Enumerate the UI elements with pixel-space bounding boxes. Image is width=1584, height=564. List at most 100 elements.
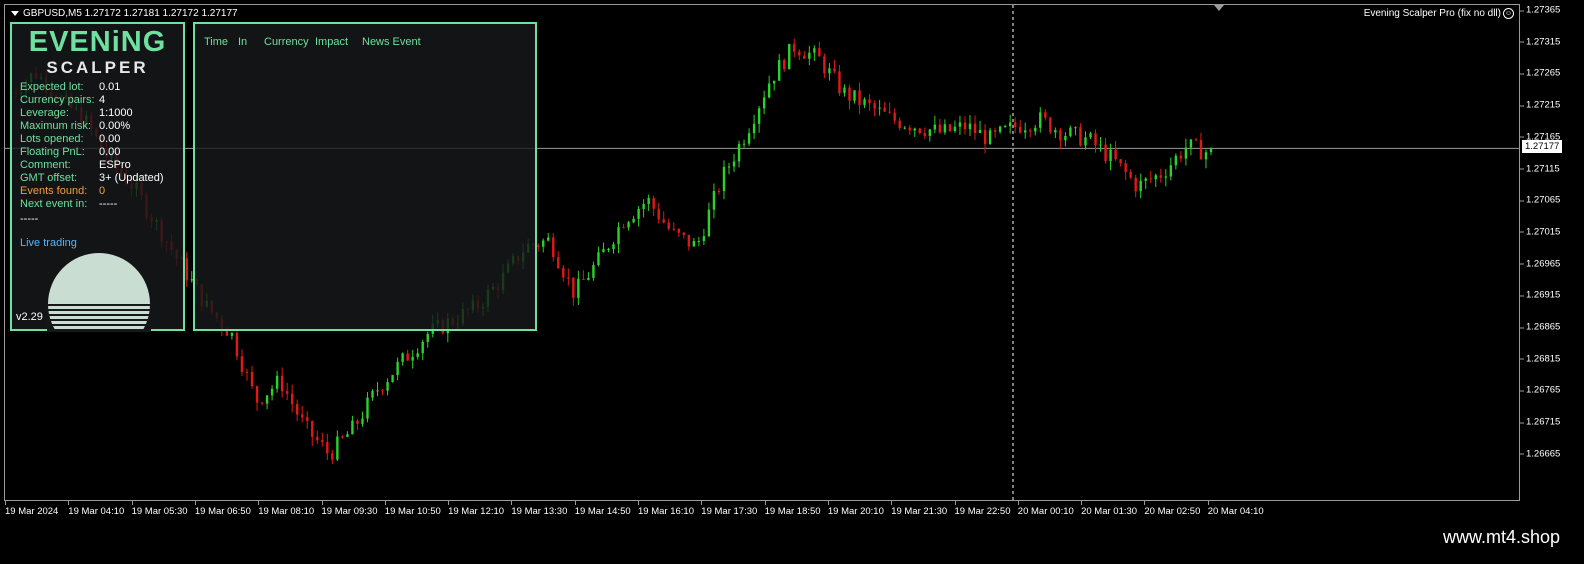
candle bbox=[612, 241, 615, 254]
candle bbox=[888, 102, 891, 114]
info-row-events-found: Events found: 0 bbox=[20, 185, 105, 197]
candle bbox=[381, 388, 384, 396]
candle bbox=[948, 123, 952, 133]
time-tick-label: 20 Mar 00:10 bbox=[1017, 501, 1074, 517]
time-tick-label: 19 Mar 16:10 bbox=[638, 501, 694, 517]
candle bbox=[878, 99, 881, 116]
candle bbox=[406, 349, 409, 361]
candle bbox=[778, 53, 781, 81]
candle bbox=[230, 332, 234, 340]
candle bbox=[371, 389, 374, 401]
time-axis[interactable]: 19 Mar 2024 19 Mar 04:10 19 Mar 05:30 19 Ma… bbox=[4, 501, 1520, 521]
candle bbox=[868, 94, 871, 111]
time-tick-label: 19 Mar 10:50 bbox=[384, 501, 441, 517]
news-column-impact: Impact bbox=[315, 36, 349, 48]
candle bbox=[742, 139, 746, 148]
time-tick-label: 19 Mar 2024 bbox=[5, 501, 59, 517]
candle bbox=[933, 115, 937, 134]
candle bbox=[1064, 132, 1067, 147]
info-value: ESPro bbox=[99, 159, 131, 171]
candle bbox=[973, 115, 977, 140]
candle bbox=[993, 127, 997, 139]
candle bbox=[712, 183, 716, 219]
price-tick-label: 1.26715 bbox=[1519, 416, 1561, 428]
candle bbox=[667, 218, 670, 231]
price-tick-label: 1.26865 bbox=[1519, 321, 1561, 333]
candle bbox=[331, 449, 334, 464]
candle bbox=[1024, 122, 1027, 139]
candle bbox=[1099, 137, 1102, 152]
candle bbox=[185, 251, 188, 287]
info-row-comment: Comment: ESPro bbox=[20, 159, 131, 171]
candle bbox=[637, 206, 640, 227]
candle bbox=[386, 378, 389, 396]
candle bbox=[783, 58, 786, 72]
separator-dashes: ----- bbox=[20, 213, 39, 225]
price-tick-label: 1.27015 bbox=[1519, 226, 1561, 238]
info-value: 1:1000 bbox=[99, 107, 133, 119]
candle bbox=[341, 434, 344, 439]
candle bbox=[351, 415, 354, 435]
candle bbox=[250, 366, 254, 389]
info-value: 0 bbox=[99, 185, 106, 197]
candle bbox=[602, 242, 605, 253]
ea-info-panel: EVENiNG SCALPER Expected lot: 0.01 Curre… bbox=[10, 22, 185, 332]
chart-menu-triangle-icon[interactable] bbox=[11, 10, 19, 16]
candle bbox=[908, 125, 911, 136]
candle bbox=[1204, 149, 1208, 169]
candle bbox=[1149, 170, 1152, 184]
info-row-leverage: Leverage: 1:1000 bbox=[20, 107, 133, 119]
candle bbox=[903, 126, 906, 130]
candle bbox=[316, 430, 319, 444]
candle bbox=[1029, 128, 1032, 138]
candle bbox=[1054, 127, 1057, 139]
candle bbox=[1089, 131, 1092, 140]
time-tick-label: 19 Mar 13:30 bbox=[511, 501, 568, 517]
candle bbox=[396, 357, 399, 381]
info-row-maximum-risk: Maximum risk: 0.00% bbox=[20, 120, 130, 132]
time-tick-label: 20 Mar 01:30 bbox=[1081, 501, 1138, 517]
info-label: Maximum risk: bbox=[20, 120, 91, 132]
candle bbox=[772, 80, 776, 91]
candle bbox=[1034, 124, 1037, 136]
candle bbox=[1134, 174, 1137, 198]
candle bbox=[672, 222, 675, 231]
expert-advisor-label[interactable]: Evening Scalper Pro (fix no dll) ☺ bbox=[1364, 8, 1514, 19]
candle bbox=[627, 220, 630, 231]
info-label: Currency pairs: bbox=[20, 94, 95, 106]
price-tick-label: 1.26765 bbox=[1519, 384, 1561, 396]
candle bbox=[1039, 107, 1042, 133]
candle bbox=[275, 370, 279, 393]
candle bbox=[788, 43, 791, 70]
candle bbox=[848, 84, 851, 110]
candle bbox=[632, 215, 635, 224]
candle bbox=[376, 381, 379, 397]
info-value: 0.00 bbox=[99, 133, 121, 145]
candle bbox=[346, 431, 349, 438]
info-value: 0.01 bbox=[99, 81, 121, 93]
time-tick-label: 19 Mar 18:50 bbox=[764, 501, 821, 517]
chart-shift-marker-icon[interactable] bbox=[1214, 5, 1224, 11]
price-axis[interactable]: 1.27177 1.27365 1.27315 1.27265 1.27215 1.27… bbox=[1519, 4, 1584, 501]
candle bbox=[793, 38, 796, 58]
candle bbox=[978, 120, 982, 134]
version-label: v2.29 bbox=[16, 311, 43, 323]
time-tick-label: 19 Mar 20:10 bbox=[827, 501, 884, 517]
candle bbox=[1084, 131, 1087, 150]
candle bbox=[998, 125, 1002, 134]
candle bbox=[717, 188, 721, 195]
candle bbox=[426, 331, 429, 348]
candle bbox=[587, 272, 590, 281]
time-tick-label: 19 Mar 06:50 bbox=[194, 501, 251, 517]
info-label: Events found: bbox=[20, 185, 88, 197]
candle bbox=[893, 108, 896, 125]
candle bbox=[592, 261, 595, 281]
candle bbox=[597, 246, 600, 267]
candle bbox=[265, 395, 269, 410]
candle bbox=[240, 349, 244, 377]
candle bbox=[823, 53, 826, 79]
candle bbox=[798, 49, 801, 60]
news-events-panel: Time In Currency Impact News Event bbox=[193, 22, 537, 331]
footer-bar: www.mt4.shop bbox=[0, 521, 1584, 564]
info-row-currency-pairs: Currency pairs: 4 bbox=[20, 94, 105, 106]
